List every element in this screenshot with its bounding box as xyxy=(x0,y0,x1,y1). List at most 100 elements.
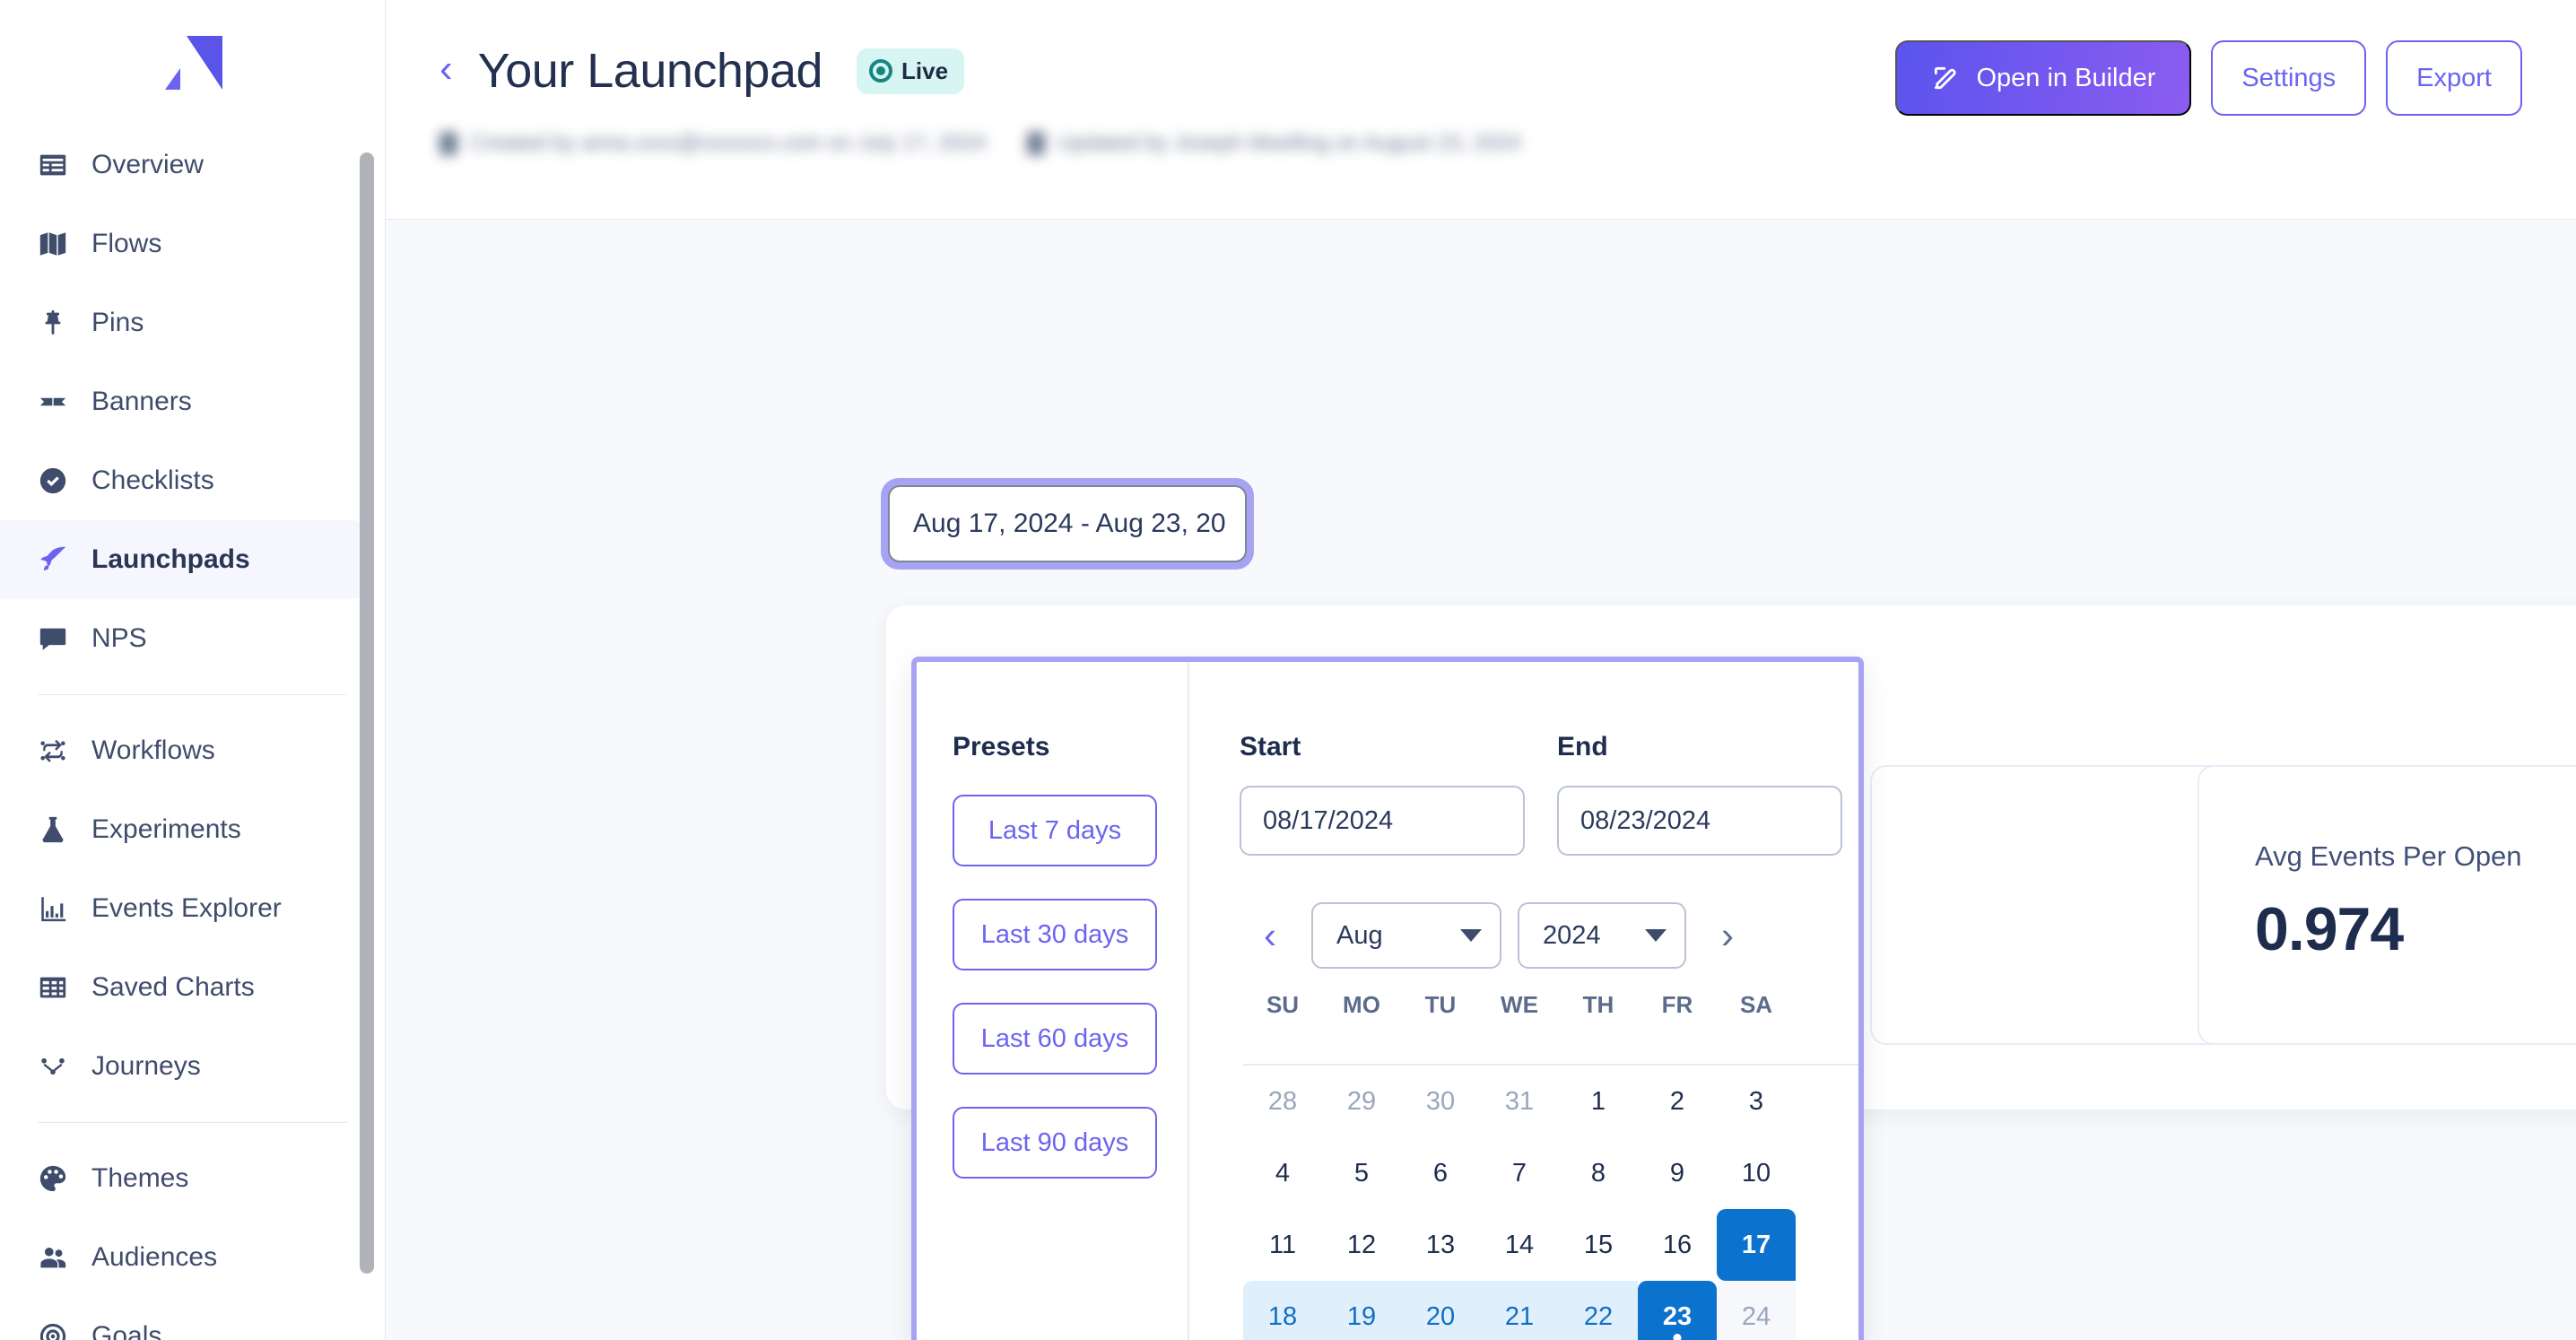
metric-value: 0.974 xyxy=(2255,895,2404,963)
sidebar-item-overview[interactable]: Overview xyxy=(0,126,365,204)
sidebar-item-audiences[interactable]: Audiences xyxy=(0,1218,365,1297)
check-circle-icon xyxy=(38,466,68,496)
calendar-day-cell[interactable]: 12 xyxy=(1322,1209,1401,1281)
end-field-group: End xyxy=(1557,732,1842,856)
prev-month-chevron-left-icon[interactable]: ‹ xyxy=(1245,910,1295,961)
calendar-dow: WE xyxy=(1501,990,1538,1018)
presets-list: Last 7 days Last 30 days Last 60 days Last … xyxy=(953,795,1188,1179)
workflow-icon xyxy=(38,735,68,766)
preset-button-last-30-days[interactable]: Last 30 days xyxy=(953,899,1157,970)
sidebar-item-journeys[interactable]: Journeys xyxy=(0,1027,365,1106)
sidebar-item-launchpads[interactable]: Launchpads xyxy=(0,520,365,599)
calendar-day-cell[interactable]: 14 xyxy=(1480,1209,1559,1281)
sidebar-item-banners[interactable]: Banners xyxy=(0,362,365,441)
sidebar-item-pins[interactable]: Pins xyxy=(0,283,365,362)
sidebar-divider xyxy=(38,694,347,695)
calendar-day-cell[interactable]: 16 xyxy=(1638,1209,1717,1281)
export-button[interactable]: Export xyxy=(2386,40,2522,116)
sidebar-scrollbar[interactable] xyxy=(360,152,374,1274)
year-select[interactable]: 2024 xyxy=(1518,902,1686,969)
preset-button-last-7-days[interactable]: Last 7 days xyxy=(953,795,1157,866)
calendar-day-cell[interactable]: 17 xyxy=(1717,1209,1796,1281)
users-icon xyxy=(38,1242,68,1273)
logo-mark-icon xyxy=(163,36,222,90)
sidebar-group: Workflows Experiments Events Explorer Saved… xyxy=(0,711,385,1106)
date-picker-presets: Presets Last 7 days Last 30 days Last 60 d… xyxy=(917,662,1189,1340)
page-header: ‹ Your Launchpad Live Created by anna.xx… xyxy=(386,0,2576,220)
sidebar-item-label: Workflows xyxy=(91,735,215,765)
meta-created-text: Created by anna.xxxx@xxxxxxx.com on July… xyxy=(470,131,987,155)
sidebar-item-nps[interactable]: NPS xyxy=(0,599,365,678)
calendar-day-cell[interactable]: 20 xyxy=(1401,1281,1480,1340)
calendar-grid: SU MO TU WE TH FR SA 28 29 30 31 1 2 3 4 5 6 7 8 9 10 11 12 13… xyxy=(1240,969,1858,1340)
bar-chart-icon xyxy=(38,893,68,924)
preset-button-last-60-days[interactable]: Last 60 days xyxy=(953,1003,1157,1075)
journey-icon xyxy=(38,1051,68,1082)
calendar-dow: SU xyxy=(1266,990,1300,1018)
date-range-trigger-focus-ring: Aug 17, 2024 - Aug 23, 20 xyxy=(881,478,1254,570)
sidebar-item-saved-charts[interactable]: Saved Charts xyxy=(0,948,365,1027)
calendar-day-cell[interactable]: 19 xyxy=(1322,1281,1401,1340)
calendar-day-cell[interactable]: 24 xyxy=(1717,1281,1796,1340)
calendar-day-cell[interactable]: 7 xyxy=(1480,1137,1559,1209)
calendar-day-cell[interactable]: 31 xyxy=(1480,1066,1559,1137)
calendar-day-cell[interactable]: 29 xyxy=(1322,1066,1401,1137)
open-in-builder-button[interactable]: Open in Builder xyxy=(1895,40,2192,116)
sidebar-item-experiments[interactable]: Experiments xyxy=(0,790,365,869)
sidebar-divider xyxy=(38,1122,347,1123)
calendar-week-row: 4 5 6 7 8 9 10 xyxy=(1243,1137,1858,1209)
banner-icon xyxy=(38,387,68,417)
target-icon xyxy=(38,1321,68,1340)
start-date-input[interactable] xyxy=(1240,786,1525,856)
preset-button-last-90-days[interactable]: Last 90 days xyxy=(953,1107,1157,1179)
start-field-group: Start xyxy=(1240,732,1525,856)
logo[interactable] xyxy=(0,0,385,126)
calendar-day-cell[interactable]: 2 xyxy=(1638,1066,1717,1137)
sidebar-item-events-explorer[interactable]: Events Explorer xyxy=(0,869,365,948)
start-label: Start xyxy=(1240,732,1301,761)
calendar-day-cell[interactable]: 5 xyxy=(1322,1137,1401,1209)
calendar-day-cell[interactable]: 11 xyxy=(1243,1209,1322,1281)
calendar-dow: SA xyxy=(1739,990,1773,1018)
sidebar-item-label: Launchpads xyxy=(91,544,250,574)
calendar-day-cell[interactable]: 1 xyxy=(1559,1066,1638,1137)
calendar-day-cell[interactable]: 8 xyxy=(1559,1137,1638,1209)
calendar-day-cell[interactable]: 6 xyxy=(1401,1137,1480,1209)
end-date-input[interactable] xyxy=(1557,786,1842,856)
calendar-day-cell[interactable]: 10 xyxy=(1717,1137,1796,1209)
calendar-day-cell[interactable]: 22 xyxy=(1559,1281,1638,1340)
palette-icon xyxy=(38,1163,68,1194)
calendar-day-cell[interactable]: 21 xyxy=(1480,1281,1559,1340)
calendar-day-cell[interactable]: 30 xyxy=(1401,1066,1480,1137)
sidebar-item-label: Journeys xyxy=(91,1051,201,1081)
calendar-day-cell[interactable]: 9 xyxy=(1638,1137,1717,1209)
map-icon xyxy=(38,229,68,259)
sidebar-item-checklists[interactable]: Checklists xyxy=(0,441,365,520)
back-chevron-left-icon[interactable]: ‹ xyxy=(439,49,453,89)
date-range-input[interactable]: Aug 17, 2024 - Aug 23, 20 xyxy=(888,485,1247,562)
calendar-day-cell[interactable]: 23 xyxy=(1638,1281,1717,1340)
calendar-day-cell[interactable]: 4 xyxy=(1243,1137,1322,1209)
sidebar-item-label: Experiments xyxy=(91,814,241,844)
sidebar-group: Overview Flows Pins Banners Checklists Launch… xyxy=(0,126,385,678)
calendar-dow: TU xyxy=(1424,990,1457,1018)
month-select-value: Aug xyxy=(1336,920,1383,950)
settings-button[interactable]: Settings xyxy=(2211,40,2367,116)
sidebar-item-themes[interactable]: Themes xyxy=(0,1139,365,1218)
calendar-dow: MO xyxy=(1343,990,1380,1018)
next-month-chevron-right-icon[interactable]: › xyxy=(1702,910,1753,961)
sidebar-item-workflows[interactable]: Workflows xyxy=(0,711,365,790)
calendar-day-cell[interactable]: 13 xyxy=(1401,1209,1480,1281)
calendar-dow: TH xyxy=(1582,990,1614,1018)
calendar-day-cell[interactable]: 28 xyxy=(1243,1066,1322,1137)
calendar-day-cell[interactable]: 15 xyxy=(1559,1209,1638,1281)
calendar-day-cell[interactable]: 3 xyxy=(1717,1066,1796,1137)
content-area: +51% Avg Events Per Open i 0.974 +7% Aug… xyxy=(386,220,2576,1340)
date-picker-calendar-pane: Start End ‹ Aug xyxy=(1189,662,1858,1340)
calendar-day-cell[interactable]: 18 xyxy=(1243,1281,1322,1340)
month-select[interactable]: Aug xyxy=(1311,902,1501,969)
sidebar-item-goals[interactable]: Goals xyxy=(0,1297,365,1340)
sidebar-nav: Overview Flows Pins Banners Checklists Launch… xyxy=(0,126,385,1340)
sidebar-item-flows[interactable]: Flows xyxy=(0,204,365,283)
rocket-icon xyxy=(38,544,68,575)
